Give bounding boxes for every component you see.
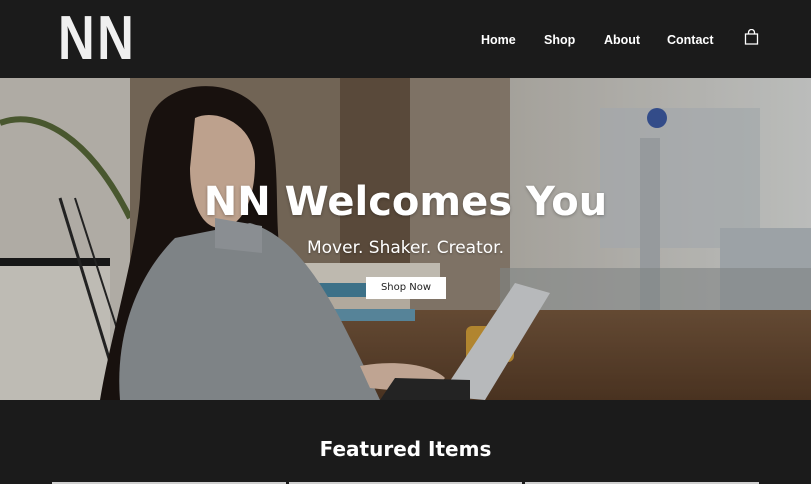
site-header: NN Home Shop About Contact xyxy=(0,0,811,78)
nav-home[interactable]: Home xyxy=(481,31,516,49)
nav-shop[interactable]: Shop xyxy=(544,31,575,49)
featured-section: Featured Items xyxy=(0,400,811,484)
shop-now-button[interactable]: Shop Now xyxy=(366,277,446,299)
main-nav: Home Shop About Contact xyxy=(0,31,811,49)
hero-title: NN Welcomes You xyxy=(203,179,608,225)
nav-contact[interactable]: Contact xyxy=(667,31,714,49)
hero-subtitle: Mover. Shaker. Creator. xyxy=(306,238,504,258)
shopping-bag-icon[interactable] xyxy=(744,28,759,45)
nav-about[interactable]: About xyxy=(604,31,640,49)
featured-title: Featured Items xyxy=(319,437,492,461)
hero-banner: NN Welcomes You Mover. Shaker. Creator. … xyxy=(0,78,811,400)
